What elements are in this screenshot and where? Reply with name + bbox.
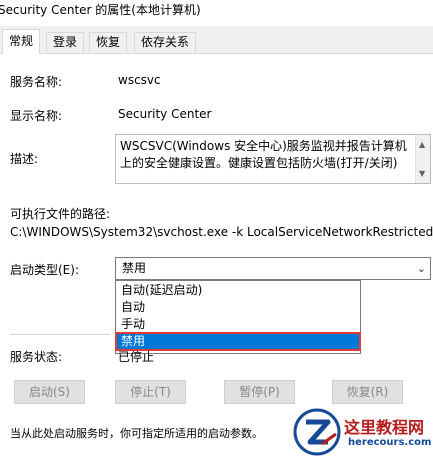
- startup-type-dropdown: 自动(延迟启动) 自动 手动 禁用: [115, 280, 361, 354]
- description-line-2: 上的安全健康设置。健康设置包括防火墙(打开/关闭): [120, 156, 398, 170]
- startup-type-label: 启动类型(E):: [10, 263, 79, 277]
- chevron-down-icon[interactable]: ⌄: [417, 258, 426, 279]
- service-name-value: wscsvc: [118, 73, 161, 87]
- startup-type-select[interactable]: 禁用 ⌄: [115, 257, 431, 280]
- watermark-logo-icon: [293, 408, 341, 456]
- option-manual[interactable]: 手动: [116, 316, 360, 333]
- scroll-up-icon[interactable]: ▲: [419, 136, 425, 153]
- tab-general[interactable]: 常规: [2, 29, 41, 54]
- startup-params-hint: 当从此处启动服务时，你可指定所适用的启动参数。: [10, 427, 263, 440]
- watermark-url: herecours.com: [348, 437, 432, 448]
- description-box[interactable]: WSCSVC(Windows 安全中心)服务监视并报告计算机 上的安全健康设置。…: [115, 134, 431, 184]
- tab-strip: 常规 登录 恢复 依存关系: [0, 29, 433, 54]
- service-status-label: 服务状态:: [10, 350, 63, 364]
- stop-button[interactable]: 停止(T): [115, 380, 186, 404]
- divider: [10, 334, 110, 335]
- scroll-down-icon[interactable]: ▼: [419, 165, 425, 182]
- option-auto-delayed[interactable]: 自动(延迟启动): [116, 282, 360, 299]
- resume-button[interactable]: 恢复(R): [332, 380, 403, 404]
- watermark-brand: 这里教程网: [344, 418, 425, 437]
- option-auto[interactable]: 自动: [116, 299, 360, 316]
- startup-type-selected: 禁用: [122, 261, 147, 275]
- tab-recovery[interactable]: 恢复: [89, 32, 128, 53]
- service-name-label: 服务名称:: [10, 75, 63, 89]
- pause-button[interactable]: 暂停(P): [224, 380, 295, 404]
- tab-dependencies[interactable]: 依存关系: [134, 32, 197, 53]
- service-status-value: 已停止: [118, 350, 155, 364]
- window-title: Security Center 的属性(本地计算机): [0, 3, 201, 17]
- start-button[interactable]: 启动(S): [14, 380, 85, 404]
- watermark: 这里教程网 herecours.com: [292, 408, 433, 457]
- tab-logon[interactable]: 登录: [46, 32, 85, 53]
- display-name-value: Security Center: [118, 107, 212, 121]
- exe-path-label: 可执行文件的路径:: [10, 207, 111, 221]
- description-label: 描述:: [10, 152, 39, 166]
- description-scrollbar[interactable]: ▲ ▼: [415, 135, 430, 183]
- display-name-label: 显示名称:: [10, 109, 63, 123]
- title-bar: Security Center 的属性(本地计算机): [0, 0, 433, 26]
- exe-path-value: C:\WINDOWS\System32\svchost.exe -k Local…: [10, 225, 433, 239]
- description-line-1: WSCSVC(Windows 安全中心)服务监视并报告计算机: [120, 139, 407, 153]
